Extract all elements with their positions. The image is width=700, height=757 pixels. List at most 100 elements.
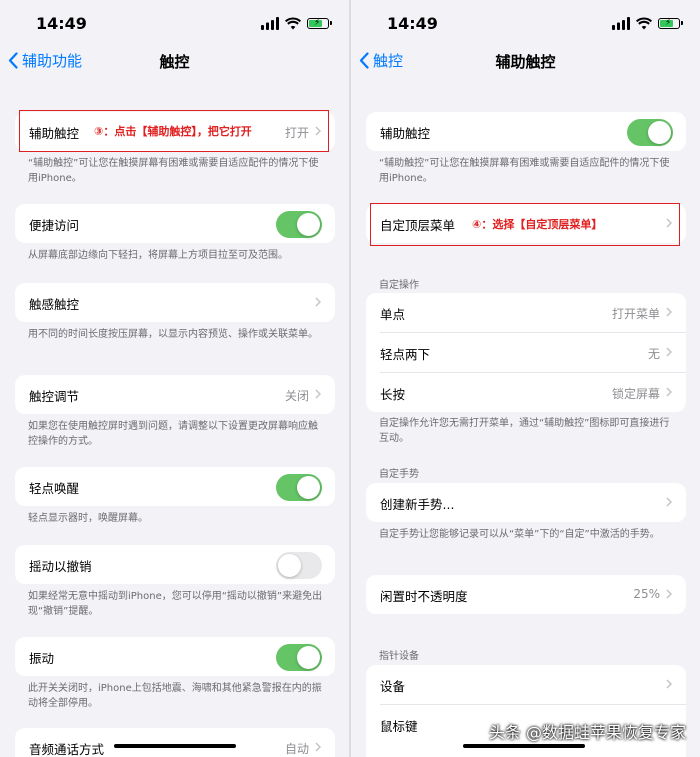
idle-opacity-row[interactable]: 闲置时不透明度 25% [380,575,686,614]
section-header: 自定手势 [379,469,419,480]
section-header: 指针设备 [379,651,419,662]
row-label: 触控调节 [29,389,80,404]
back-button[interactable]: 触控 [359,50,403,71]
section-footer: 如果您在使用触控屏时遇到问题，请调整以下设置更改屏幕响应触控操作的方式。 [28,421,318,447]
row-label: 创建新手势... [380,497,455,512]
back-label: 触控 [373,52,404,70]
vibration-toggle[interactable] [276,644,322,671]
row-value: 自动 [284,742,309,756]
vibration-group: 振动 [15,637,335,676]
section-footer: 轻点显示器时，唤醒屏幕。 [28,513,148,524]
section-footer: 如果经常无意中摇动到iPhone，您可以停用“摇动以撤销”来避免出现“撤销”提醒… [28,591,323,617]
row-value: 打开菜单 [611,307,660,321]
chevron-right-icon [315,389,321,399]
left-screen: 14:49 ⚡ 辅助功能 触控 辅助触控 打开 ③：点击【辅助触控】，把它打开 … [0,0,349,757]
assistive-touch-group: 辅助触控 [366,112,686,151]
row-label: 设备 [380,679,406,694]
status-time: 14:49 [36,14,87,33]
touch-accommodations-row[interactable]: 触控调节 关闭 [29,375,335,414]
section-footer: 用不同的时间长度按压屏幕，以显示内容预览、操作或关联菜单。 [28,329,318,340]
section-footer: 从屏幕底部边缘向下轻扫，将屏幕上方项目拉至可及范围。 [28,250,288,261]
tap-to-wake-toggle[interactable] [276,474,322,501]
custom-action-row[interactable]: 单点 打开菜单 [380,293,686,333]
section-footer: 自定操作允许您无需打开菜单，通过“辅助触控”图标即可直接进行互动。 [379,418,670,444]
page-title: 辅助触控 [495,53,556,71]
watermark: 头条 @数据蛙苹果恢复专家 [488,723,686,742]
back-button[interactable]: 辅助功能 [8,50,82,71]
nav-bar: 触控 辅助触控 [351,48,700,76]
tap-to-wake-group: 轻点唤醒 [15,467,335,506]
haptic-touch-row[interactable]: 触感触控 [29,283,335,322]
chevron-right-icon [315,297,321,307]
touch-accommodations-group: 触控调节 关闭 [15,375,335,414]
status-bar: 14:49 ⚡ [351,14,700,34]
row-label: 音频通话方式 [29,742,105,757]
assistive-touch-toggle[interactable] [627,119,673,146]
back-chevron-icon [8,52,18,69]
status-icons: ⚡ [612,17,683,31]
back-label: 辅助功能 [22,52,83,70]
chevron-right-icon [666,497,672,507]
annotation-text: ③：点击【辅助触控】，把它打开 [94,125,252,138]
create-gesture-row[interactable]: 创建新手势... [380,483,686,522]
vibration-row: 振动 [29,637,335,676]
status-time: 14:49 [387,14,438,33]
row-label: 轻点两下 [380,347,431,362]
reachability-toggle[interactable] [276,211,322,238]
nav-bar: 辅助功能 触控 [0,48,349,76]
call-audio-row[interactable]: 音频通话方式 自动 [29,728,335,757]
battery-icon: ⚡ [658,18,683,29]
section-footer: “辅助触控”可让您在触摸屏幕有困难或需要自适应配件的情况下使用iPhone。 [379,158,670,184]
custom-action-row[interactable]: 轻点两下 无 [380,333,686,373]
shake-to-undo-group: 摇动以撤销 [15,545,335,584]
shake-to-undo-toggle[interactable] [276,552,322,579]
section-footer: “辅助触控”可让您在触摸屏幕有困难或需要自适应配件的情况下使用iPhone。 [28,158,319,184]
signal-icon [261,17,279,30]
assistive-touch-row: 辅助触控 [380,112,686,151]
row-value: 无 [647,347,660,361]
signal-icon [612,17,630,30]
row-label: 鼠标键 [380,719,418,734]
status-icons: ⚡ [261,17,332,31]
row-label: 闲置时不透明度 [380,589,468,604]
row-label: 触感触控 [29,297,80,312]
row-label: 便捷访问 [29,218,80,233]
section-footer: 自定手势让您能够记录可以从“菜单”下的“自定”中激活的手势。 [379,529,660,540]
reachability-row: 便捷访问 [29,204,335,243]
chevron-right-icon [666,307,672,317]
shake-to-undo-row: 摇动以撤销 [29,545,335,584]
section-header: 自定操作 [379,280,419,291]
custom-action-row[interactable]: 长按 锁定屏幕 [380,373,686,412]
custom-actions-group: 单点 打开菜单 轻点两下 无 长按 锁定屏幕 [366,293,686,412]
row-value: 25% [633,587,660,601]
chevron-right-icon [315,742,321,752]
battery-icon: ⚡ [307,18,332,29]
idle-opacity-group: 闲置时不透明度 25% [366,575,686,614]
chevron-right-icon [666,387,672,397]
pointer-device-row[interactable]: 设备 [380,665,686,705]
section-footer: 此开关关闭时，iPhone上包括地震、海啸和其他紧急警报在内的振动将全部停用。 [28,683,322,709]
chevron-right-icon [666,347,672,357]
call-audio-group: 音频通话方式 自动 [15,728,335,757]
row-label: 长按 [380,387,406,402]
custom-gestures-group: 创建新手势... [366,483,686,522]
back-chevron-icon [359,52,369,69]
wifi-icon [285,17,301,30]
home-indicator[interactable] [114,744,236,748]
chevron-right-icon [666,679,672,689]
row-value: 关闭 [284,389,309,403]
row-label: 摇动以撤销 [29,559,92,574]
row-label: 单点 [380,307,406,322]
row-value: 锁定屏幕 [611,387,660,401]
status-bar: 14:49 ⚡ [0,14,349,34]
chevron-right-icon [666,589,672,599]
row-label: 振动 [29,651,55,666]
reachability-group: 便捷访问 [15,204,335,243]
tap-to-wake-row: 轻点唤醒 [29,467,335,506]
haptic-touch-group: 触感触控 [15,283,335,322]
wifi-icon [636,17,652,30]
right-screen: 14:49 ⚡ 触控 辅助触控 辅助触控 “辅助触控”可让您在触摸屏幕有困难或需… [351,0,700,757]
row-label: 辅助触控 [380,126,431,141]
home-indicator[interactable] [463,744,585,748]
annotation-text: ④：选择【自定顶层菜单】 [472,218,603,231]
